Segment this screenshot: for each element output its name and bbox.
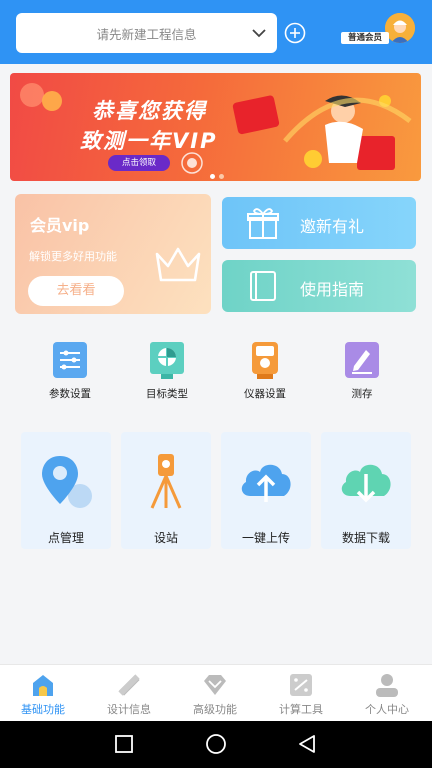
tab-label: 基础功能 <box>21 703 65 716</box>
invite-card-label: 邀新有礼 <box>300 217 365 236</box>
function-point-management[interactable]: 点管理 <box>21 432 111 549</box>
banner-claim-button[interactable]: 点击领取 <box>108 155 170 171</box>
quick-tool-instrument[interactable]: 仪器设置 <box>220 326 310 401</box>
gift-icon <box>247 208 279 239</box>
back-icon[interactable] <box>297 734 317 754</box>
banner-line1: 恭喜您获得 <box>92 99 207 123</box>
vip-view-button[interactable]: 去看看 <box>28 276 124 306</box>
project-select[interactable]: 请先新建工程信息 <box>16 13 277 53</box>
function-one-click-upload[interactable]: 一键上传 <box>221 432 311 549</box>
guide-card-label: 使用指南 <box>300 280 365 299</box>
top-bar: 请先新建工程信息 普通会员 <box>0 0 432 64</box>
decor-circles-icon <box>20 83 62 111</box>
guide-card[interactable]: 使用指南 <box>222 260 416 312</box>
system-nav-bar <box>0 721 432 768</box>
member-level-badge: 普通会员 <box>341 32 389 44</box>
tab-label: 设计信息 <box>107 703 151 716</box>
quick-tool-measure-save[interactable]: 测存 <box>317 326 407 401</box>
tripod-icon <box>150 454 182 509</box>
quick-tool-label: 测存 <box>351 388 373 400</box>
function-label: 一键上传 <box>241 531 290 545</box>
location-pin-icon <box>42 456 92 508</box>
function-label: 数据下载 <box>341 531 390 545</box>
instrument-icon <box>252 342 278 379</box>
promo-banner[interactable]: 恭喜您获得 致测一年VIP 点击领取 <box>10 73 421 181</box>
target-icon <box>150 342 184 379</box>
home-nav-icon[interactable] <box>205 734 227 756</box>
cloud-upload-icon <box>241 464 291 502</box>
tab-label: 个人中心 <box>365 703 409 716</box>
sliders-icon <box>53 342 87 378</box>
crown-icon <box>155 247 201 282</box>
vip-card[interactable]: 会员vip 解锁更多好用功能 去看看 <box>15 194 211 314</box>
function-data-download[interactable]: 数据下载 <box>321 432 411 549</box>
quick-tool-label: 目标类型 <box>146 388 188 400</box>
tab-advanced-functions[interactable]: 高级功能 <box>172 671 258 717</box>
project-select-placeholder: 请先新建工程信息 <box>96 26 197 42</box>
function-station-setup[interactable]: 设站 <box>121 432 211 549</box>
ruler-pencil-icon <box>118 674 140 696</box>
worker-avatar-icon <box>385 13 415 43</box>
quick-tool-label: 仪器设置 <box>244 388 286 400</box>
tab-label: 计算工具 <box>279 703 323 716</box>
tab-basic-functions[interactable]: 基础功能 <box>0 671 86 717</box>
function-label: 设站 <box>153 531 178 545</box>
measure-save-icon <box>345 342 379 378</box>
tap-hand-icon <box>181 152 203 174</box>
function-label: 点管理 <box>47 531 84 545</box>
recents-icon[interactable] <box>114 734 134 754</box>
calculator-icon <box>290 674 312 696</box>
diamond-icon <box>204 675 226 695</box>
home-icon <box>33 675 53 696</box>
gift-illustration-icon <box>232 95 412 170</box>
quick-tool-target[interactable]: 目标类型 <box>122 326 212 401</box>
tab-design-info[interactable]: 设计信息 <box>86 671 172 717</box>
quick-tool-label: 参数设置 <box>49 388 91 400</box>
bottom-tab-bar: 基础功能 设计信息 高级功能 计算工具 个人中心 <box>0 664 432 721</box>
tab-label: 高级功能 <box>193 703 237 716</box>
tab-calculation-tools[interactable]: 计算工具 <box>258 671 344 717</box>
user-icon <box>376 674 398 697</box>
avatar[interactable] <box>385 13 415 43</box>
quick-tool-params[interactable]: 参数设置 <box>25 326 115 401</box>
invite-card[interactable]: 邀新有礼 <box>222 197 416 249</box>
book-icon <box>250 271 276 301</box>
chevron-down-icon <box>252 29 266 38</box>
add-project-button[interactable] <box>284 22 306 44</box>
quick-tools: 参数设置 目标类型 仪器设置 测存 <box>0 326 432 412</box>
vip-subtitle: 解锁更多好用功能 <box>29 250 117 263</box>
cloud-download-icon <box>341 464 391 503</box>
vip-title: 会员vip <box>30 216 90 235</box>
tab-personal-center[interactable]: 个人中心 <box>344 671 430 717</box>
